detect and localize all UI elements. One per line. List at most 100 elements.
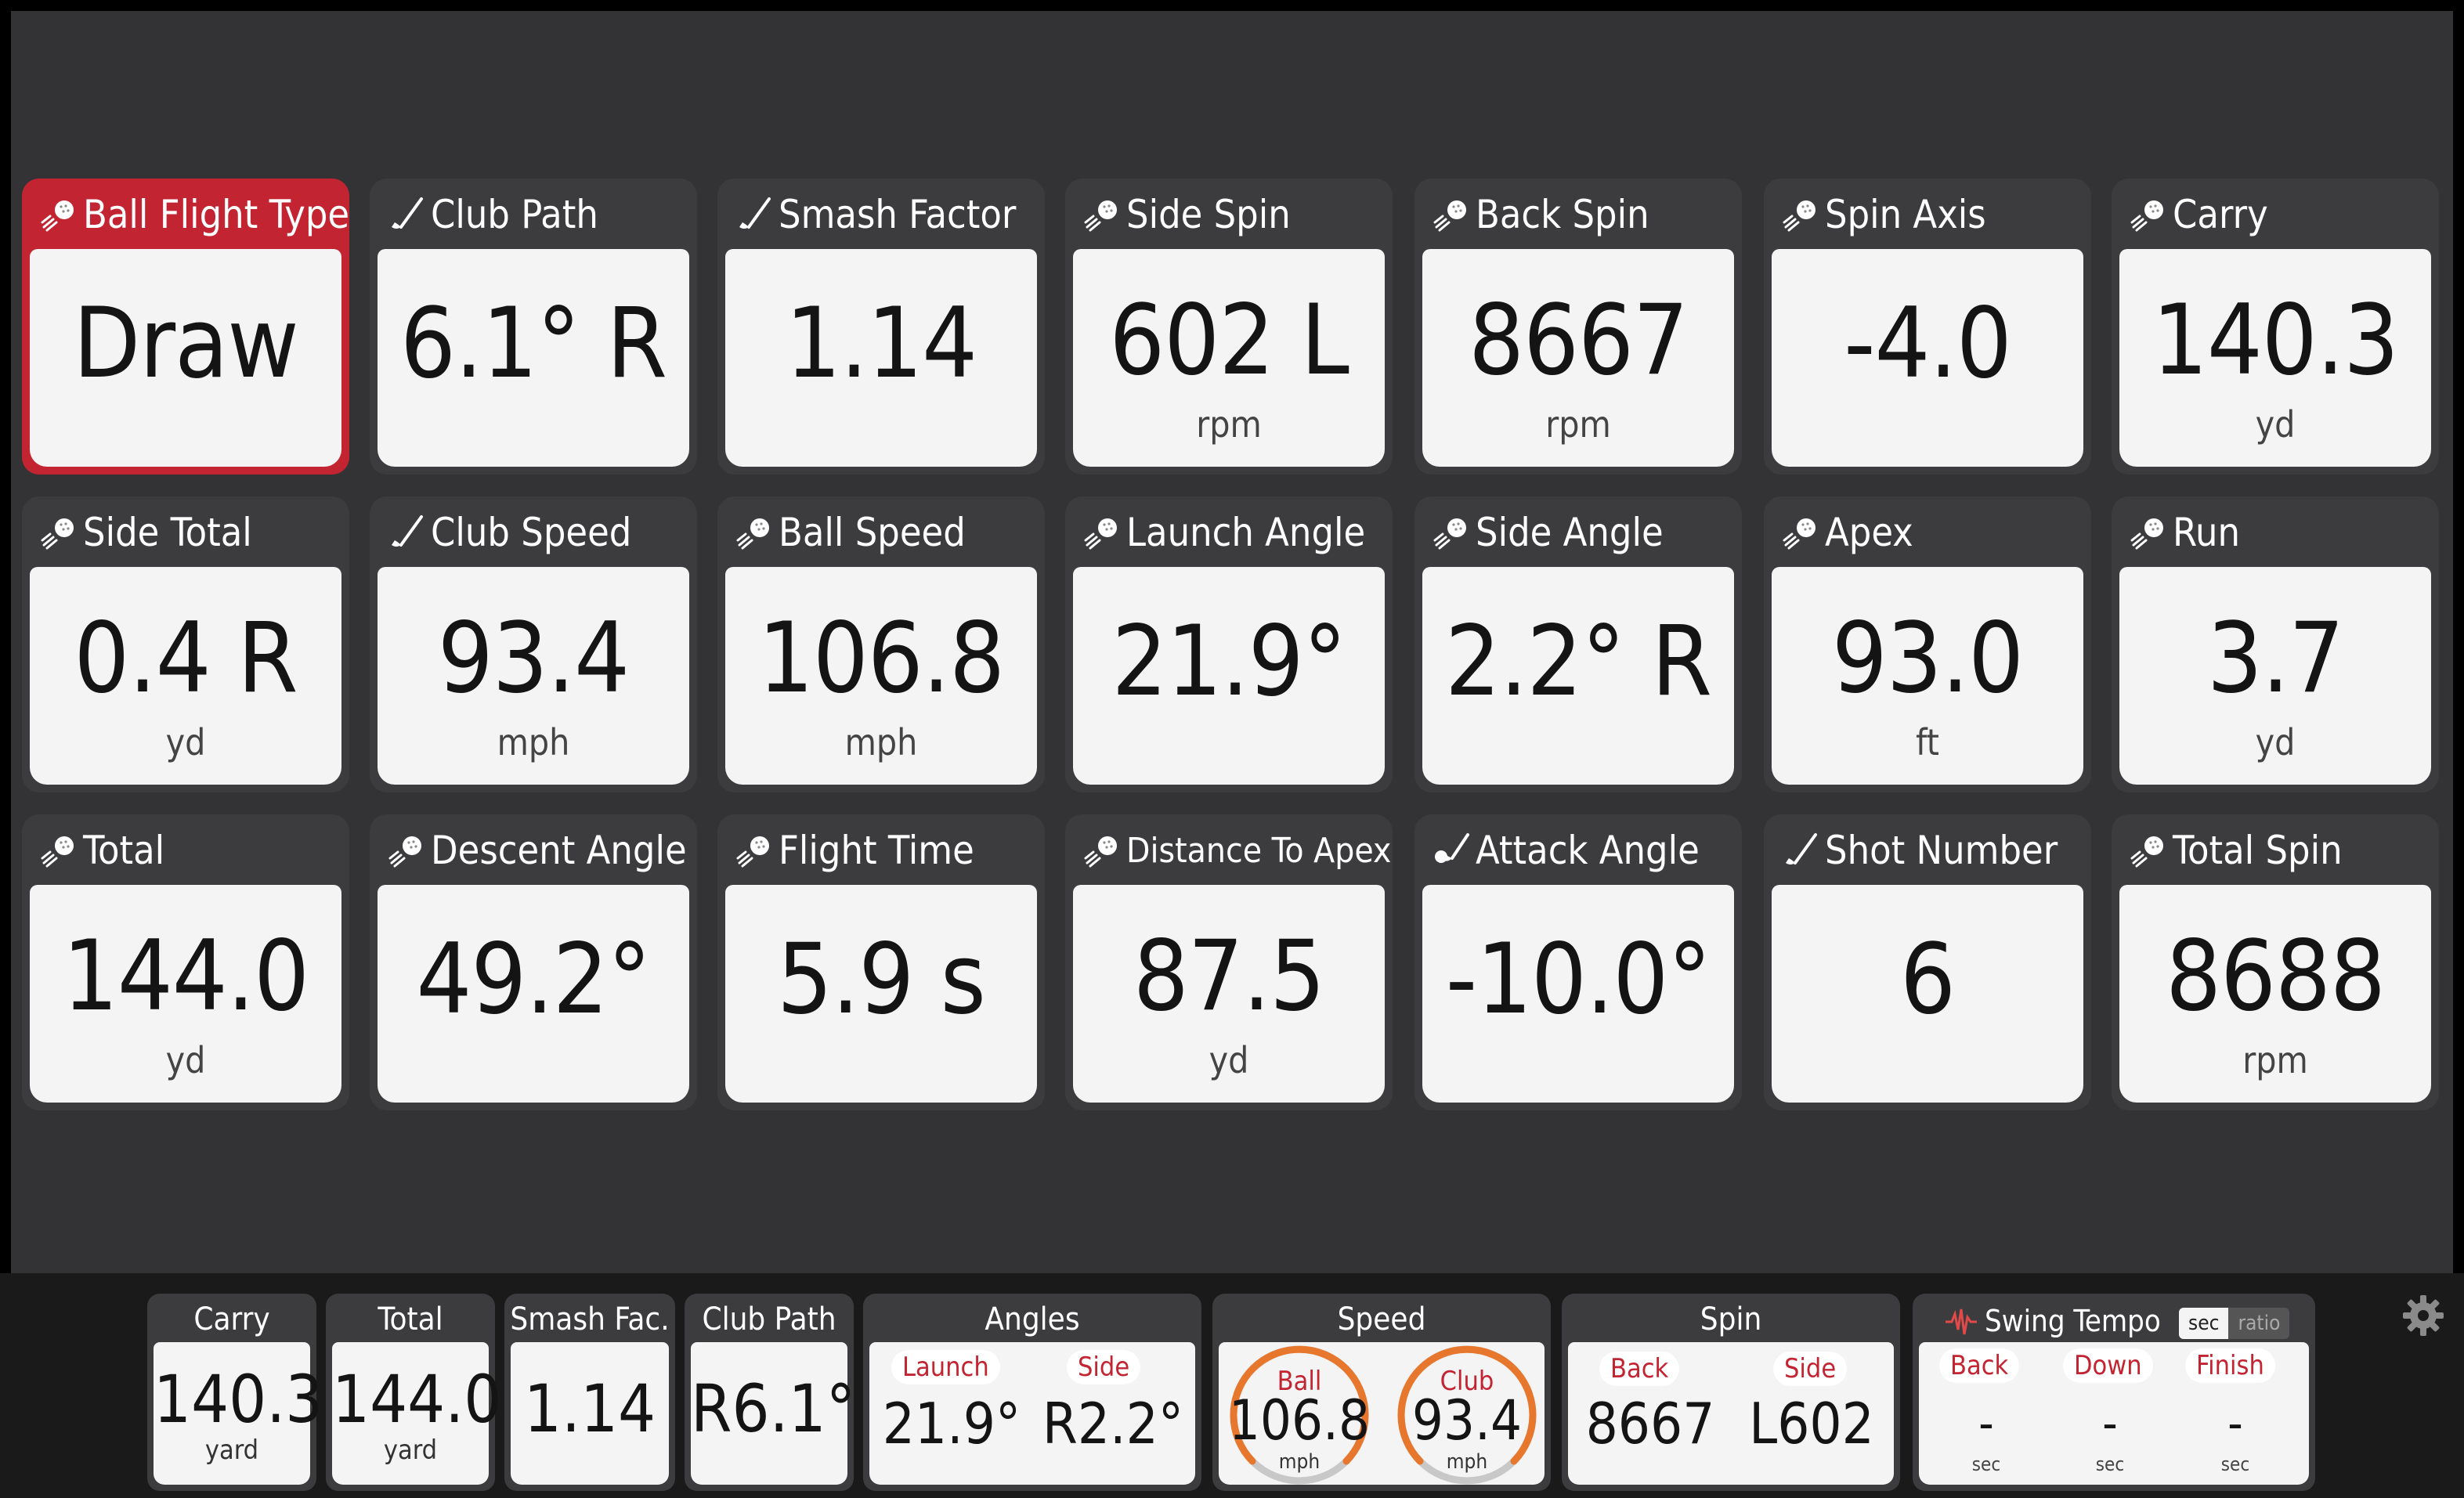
tile-body: 6.1° R: [378, 249, 689, 467]
tile-club-path[interactable]: Club Path 6.1° R: [370, 179, 697, 475]
tile-side-total[interactable]: Side Total 0.4 R yd: [22, 496, 349, 792]
bottom-speed-tile[interactable]: Speed Ball 106.8 mph Club 93.4 mph: [1212, 1294, 1551, 1491]
bottom-spin-label: Spin: [1700, 1301, 1762, 1337]
bottom-swing-tempo-tile[interactable]: Swing Tempo sec ratio Back Down Finish -…: [1913, 1294, 2315, 1491]
tile-body: 0.4 R yd: [30, 567, 341, 785]
tempo-unit-toggle[interactable]: sec ratio: [2179, 1308, 2290, 1339]
tile-unit: yd: [1209, 1039, 1249, 1081]
tile-total-spin[interactable]: Total Spin 8688 rpm: [2112, 814, 2439, 1110]
tile-label: Shot Number: [1825, 828, 2058, 873]
tile-header: Smash Factor: [736, 192, 1016, 237]
back-spin-value: 8667: [1585, 1391, 1715, 1456]
tile-header: Flight Time: [736, 828, 974, 873]
back-spin-pill: Back: [1599, 1352, 1680, 1386]
tile-header: Total Spin: [2130, 828, 2343, 873]
tile-body: 8688 rpm: [2119, 885, 2431, 1103]
club-speed-value: 93.4: [1411, 1388, 1523, 1453]
tile-value: 140.3: [2151, 284, 2399, 397]
tile-distance-to-apex[interactable]: Distance To Apex 87.5 yd: [1065, 814, 1393, 1110]
bottom-total-tile[interactable]: Total 144.0 yard: [326, 1294, 501, 1491]
swing-tempo-label: Swing Tempo: [1985, 1304, 2161, 1338]
tile-header: Shot Number: [1783, 828, 2058, 873]
tile-descent-angle[interactable]: Descent Angle 49.2°: [370, 814, 697, 1110]
ball-icon: [41, 514, 83, 551]
swing-tempo-body: Back Down Finish - - - sec sec sec: [1919, 1342, 2309, 1485]
tile-ball-speed[interactable]: Ball Speed 106.8 mph: [717, 496, 1045, 792]
tile-value: 93.0: [1831, 602, 2024, 715]
bottom-speed-label: Speed: [1337, 1301, 1426, 1337]
tempo-back-value: -: [1978, 1396, 1994, 1451]
tile-label: Apex: [1825, 510, 1913, 555]
tile-value: Draw: [73, 287, 298, 400]
bottom-carry-label: Carry: [193, 1301, 270, 1337]
tile-unit: rpm: [1545, 403, 1611, 446]
bottom-spin-tile[interactable]: Spin Back 8667 Side L602: [1562, 1294, 1900, 1491]
tile-body: 49.2°: [378, 885, 689, 1103]
club-ball-icon: [1433, 832, 1476, 869]
tile-body: 602 L rpm: [1073, 249, 1385, 467]
tile-launch-angle[interactable]: Launch Angle 21.9°: [1065, 496, 1393, 792]
tile-body: 2.2° R: [1422, 567, 1734, 785]
bottom-total-unit: yard: [383, 1435, 438, 1466]
tile-unit: yd: [165, 1039, 206, 1081]
tile-flight-time[interactable]: Flight Time 5.9 s: [717, 814, 1045, 1110]
ball-icon: [1084, 514, 1126, 551]
ball-icon: [1433, 514, 1476, 551]
tempo-finish-unit: sec: [2220, 1453, 2250, 1475]
bottom-smash-tile[interactable]: Smash Fac. 1.14: [504, 1294, 675, 1491]
ball-icon: [1783, 514, 1825, 551]
bottom-carry-tile[interactable]: Carry 140.3 yard: [147, 1294, 323, 1491]
tile-apex[interactable]: Apex 93.0 ft: [1764, 496, 2091, 792]
tile-label: Descent Angle: [431, 828, 687, 873]
bottom-angles-body: Launch 21.9° Side R2.2°: [869, 1342, 1195, 1485]
bottom-club-path-value: R6.1°: [691, 1370, 856, 1447]
tile-body: 93.4 mph: [378, 567, 689, 785]
tile-back-spin[interactable]: Back Spin 8667 rpm: [1414, 179, 1742, 475]
tile-header: Launch Angle: [1084, 510, 1365, 555]
tile-header: Descent Angle: [388, 828, 687, 873]
tile-value: 6: [1900, 923, 1956, 1036]
tile-unit: mph: [497, 721, 570, 763]
tile-carry[interactable]: Carry 140.3 yd: [2112, 179, 2439, 475]
tile-value: 1.14: [785, 287, 977, 400]
tile-header: Club Path: [388, 192, 598, 237]
tile-smash-factor[interactable]: Smash Factor 1.14: [717, 179, 1045, 475]
club-speed-unit: mph: [1446, 1450, 1488, 1474]
toggle-ratio[interactable]: ratio: [2228, 1308, 2290, 1339]
tile-shot-number[interactable]: Shot Number 6: [1764, 814, 2091, 1110]
tempo-back-unit: sec: [1971, 1453, 2001, 1475]
tile-side-angle[interactable]: Side Angle 2.2° R: [1414, 496, 1742, 792]
bottom-angles-tile[interactable]: Angles Launch 21.9° Side R2.2°: [863, 1294, 1201, 1491]
tile-header: Side Angle: [1433, 510, 1664, 555]
bottom-club-path-body: R6.1°: [691, 1342, 856, 1485]
tile-value: 8667: [1469, 284, 1689, 397]
tile-total[interactable]: Total 144.0 yd: [22, 814, 349, 1110]
tile-side-spin[interactable]: Side Spin 602 L rpm: [1065, 179, 1393, 475]
tile-attack-angle[interactable]: Attack Angle -10.0°: [1414, 814, 1742, 1110]
ball-icon: [41, 832, 83, 869]
club-speed-gauge: Club 93.4 mph: [1394, 1342, 1540, 1488]
bottom-angles-label: Angles: [985, 1301, 1080, 1337]
tile-value: 93.4: [437, 602, 630, 715]
tile-value: -4.0: [1844, 287, 2012, 400]
tile-ball-flight-type[interactable]: Ball Flight Type Draw: [22, 179, 349, 475]
tempo-down-pill: Down: [2063, 1348, 2153, 1383]
tile-header: Total: [41, 828, 164, 873]
tile-run[interactable]: Run 3.7 yd: [2112, 496, 2439, 792]
launch-value: 21.9°: [882, 1391, 1021, 1456]
tile-body: 93.0 ft: [1772, 567, 2083, 785]
tile-label: Carry: [2173, 192, 2268, 237]
tile-unit: yd: [2255, 403, 2296, 446]
toggle-sec[interactable]: sec: [2179, 1308, 2229, 1339]
tile-spin-axis[interactable]: Spin Axis -4.0: [1764, 179, 2091, 475]
tile-header: Spin Axis: [1783, 192, 1986, 237]
tile-unit: yd: [165, 721, 206, 763]
bottom-smash-label: Smash Fac.: [510, 1301, 670, 1337]
tile-club-speed[interactable]: Club Speed 93.4 mph: [370, 496, 697, 792]
bottom-club-path-tile[interactable]: Club Path R6.1°: [685, 1294, 856, 1491]
gear-icon[interactable]: [2401, 1294, 2445, 1337]
ball-icon: [1084, 832, 1126, 869]
tile-body: 144.0 yd: [30, 885, 341, 1103]
ball-icon: [736, 514, 779, 551]
ball-speed-gauge: Ball 106.8 mph: [1227, 1342, 1372, 1488]
